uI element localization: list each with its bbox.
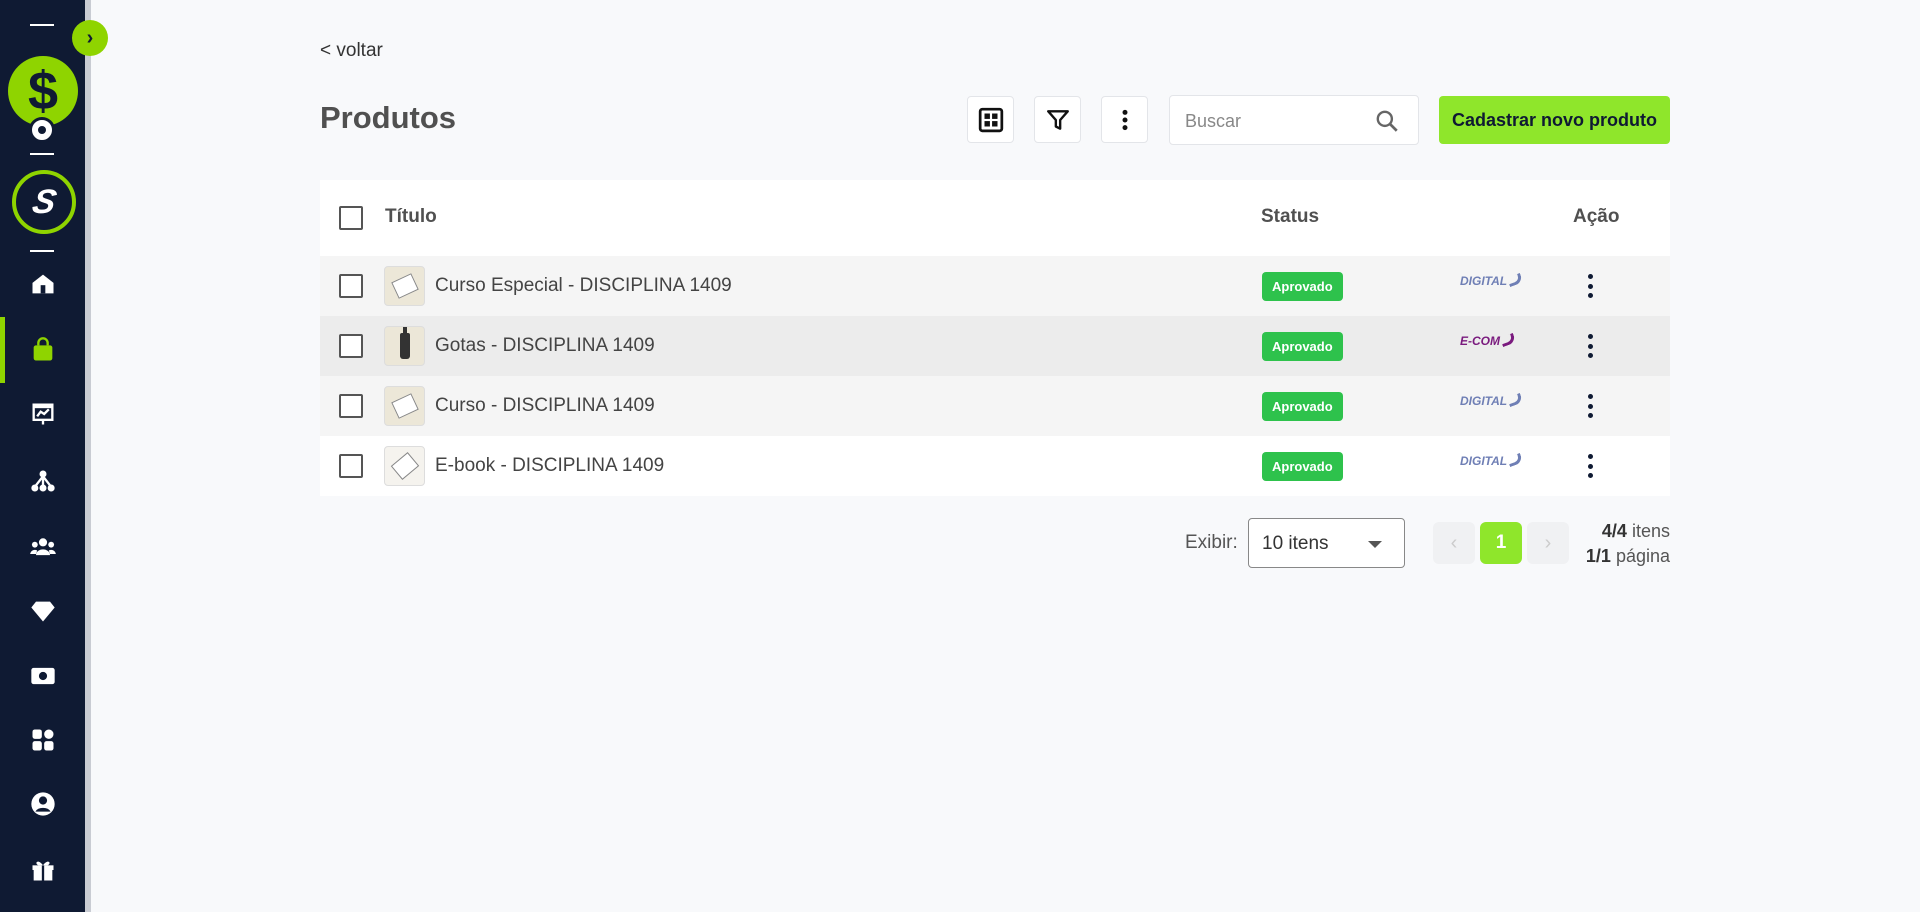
select-all-checkbox[interactable] [339,206,363,230]
network-icon [30,470,55,492]
page-title: Produtos [320,100,457,135]
sidebar-scroll-edge [85,0,91,912]
grid-view-icon [978,107,1003,132]
chevron-right-icon: › [86,27,94,49]
column-header-action: Ação [1573,206,1620,227]
product-title[interactable]: Gotas - DISCIPLINA 1409 [435,335,655,357]
row-checkbox[interactable] [339,274,363,298]
grid-view-button[interactable] [967,96,1014,143]
column-header-title: Título [385,206,437,227]
sidebar-item-profile[interactable] [0,777,85,831]
brand-logo[interactable]: S [12,170,76,234]
sidebar-item-apps[interactable] [0,713,85,767]
column-header-status: Status [1261,206,1320,227]
product-title[interactable]: E-book - DISCIPLINA 1409 [435,455,664,477]
table-row[interactable]: Gotas - DISCIPLINA 1409 Aprovado E-COM [320,316,1670,376]
product-thumbnail [384,386,425,426]
logo-symbol: $ [27,61,59,121]
chevron-right-icon: › [1544,531,1552,554]
status-badge: Aprovado [1262,332,1343,361]
back-link[interactable]: < voltar [320,40,383,62]
products-table: Título Status Ação Curso Especial - DISC… [320,180,1670,496]
table-header: Título Status Ação [320,180,1670,256]
row-checkbox[interactable] [339,454,363,478]
product-type-logo: DIGITAL [1460,452,1524,468]
money-icon [30,667,55,685]
home-icon [32,274,53,294]
filter-button[interactable] [1034,96,1081,143]
product-thumbnail [384,446,425,486]
search-input[interactable] [1185,108,1365,134]
more-options-button[interactable] [1101,96,1148,143]
items-count: 4/4 itens [1601,521,1670,541]
apps-grid-icon [32,729,53,751]
chevron-left-icon: ‹ [1450,531,1458,554]
sidebar-item-home[interactable] [0,257,85,311]
row-checkbox[interactable] [339,334,363,358]
divider [30,24,54,26]
product-thumbnail [384,326,425,366]
pagination-summary: 4/4 itens 1/1 página [1586,519,1670,569]
sidebar-item-customers[interactable] [0,520,85,574]
row-actions-menu-icon[interactable] [1585,274,1595,298]
caret-down-icon [1368,541,1382,548]
status-badge: Aprovado [1262,392,1343,421]
sidebar-item-rewards[interactable] [0,843,85,897]
table-row[interactable]: Curso Especial - DISCIPLINA 1409 Aprovad… [320,256,1670,316]
app-logo[interactable]: $ [8,56,78,126]
product-type-logo: DIGITAL [1460,392,1524,408]
page-button-current[interactable]: 1 [1480,522,1522,564]
sidebar: $ S [0,0,85,912]
status-badge: Aprovado [1262,272,1343,301]
product-type-logo: E-COM [1460,332,1517,348]
pages-count: 1/1 página [1585,546,1670,566]
page-size-label: Exibir: [1185,532,1238,553]
row-actions-menu-icon[interactable] [1585,454,1595,478]
status-badge: Aprovado [1262,452,1343,481]
product-title[interactable]: Curso - DISCIPLINA 1409 [435,395,655,417]
settings-gear-icon[interactable] [29,117,55,143]
previous-page-button[interactable]: ‹ [1433,522,1475,564]
product-type-logo: DIGITAL [1460,272,1524,288]
table-row[interactable]: E-book - DISCIPLINA 1409 Aprovado DIGITA… [320,436,1670,496]
presentation-chart-icon [32,403,53,425]
sidebar-item-products[interactable] [0,317,85,383]
page-size-select[interactable]: 10 itens [1248,518,1405,568]
add-product-button[interactable]: Cadastrar novo produto [1439,96,1670,144]
search-icon[interactable] [1374,108,1400,134]
table-row[interactable]: Curso - DISCIPLINA 1409 Aprovado DIGITAL [320,376,1670,436]
sidebar-item-reports[interactable] [0,387,85,441]
next-page-button[interactable]: › [1527,522,1569,564]
users-icon [29,538,56,556]
row-actions-menu-icon[interactable] [1585,394,1595,418]
sidebar-item-finance[interactable] [0,649,85,703]
diamond-icon [30,601,55,622]
gift-icon [32,861,53,881]
brand-symbol: S [28,182,60,221]
row-actions-menu-icon[interactable] [1585,334,1595,358]
user-circle-icon [30,792,55,816]
sidebar-toggle-button[interactable]: › [72,20,108,56]
divider [30,153,54,155]
shopping-bag-icon [33,337,52,361]
search-field [1169,95,1419,145]
filter-icon [1046,109,1069,130]
divider [30,250,54,252]
sidebar-item-premium[interactable] [0,584,85,638]
page-size-value: 10 itens [1262,533,1329,554]
sidebar-item-affiliates[interactable] [0,454,85,508]
row-checkbox[interactable] [339,394,363,418]
product-thumbnail [384,266,425,306]
more-vertical-icon [1122,109,1127,130]
product-title[interactable]: Curso Especial - DISCIPLINA 1409 [435,275,732,297]
